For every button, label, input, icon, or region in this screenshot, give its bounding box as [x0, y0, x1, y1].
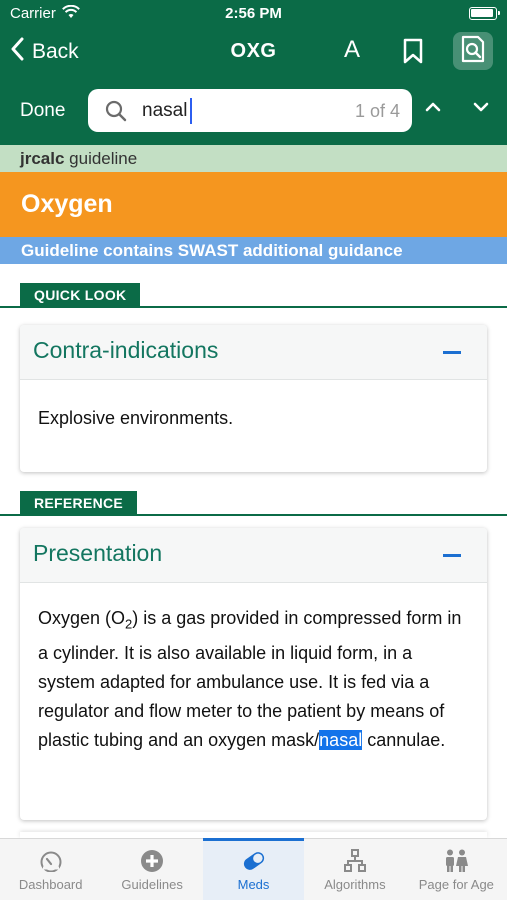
font-size-button[interactable]: A: [344, 36, 360, 64]
text-part: Oxygen (O: [38, 608, 126, 628]
tab-label: Page for Age: [418, 877, 494, 892]
tab-label: Algorithms: [324, 877, 386, 892]
pill-icon: [241, 849, 267, 873]
tab-bar: Dashboard Guidelines Meds Algorithms Pag…: [0, 838, 507, 900]
chevron-up-icon: [425, 100, 441, 117]
previous-result-button[interactable]: [425, 100, 441, 118]
collapse-minus-icon[interactable]: [443, 554, 461, 557]
text-part: ) is a gas provided in compressed form i…: [38, 608, 462, 750]
reference-tag: REFERENCE: [20, 491, 138, 515]
top-header: Carrier 2:56 PM Back OXG A Done nasal 1 …: [0, 0, 507, 145]
text-cursor: [190, 98, 192, 124]
search-highlight: nasal: [319, 729, 363, 750]
battery-icon: [469, 7, 500, 20]
search-input[interactable]: [142, 99, 342, 123]
chevron-left-icon: [10, 37, 24, 67]
source-brand: jrcalc: [20, 149, 65, 168]
back-button[interactable]: Back: [10, 36, 79, 68]
collapse-minus-icon[interactable]: [443, 351, 461, 354]
bookmark-button[interactable]: [402, 38, 424, 69]
status-time: 2:56 PM: [225, 5, 282, 22]
done-button[interactable]: Done: [20, 100, 65, 122]
card-title: Contra-indications: [33, 337, 219, 363]
flowchart-icon: [343, 849, 367, 873]
navigation-bar: Back OXG A: [0, 28, 507, 78]
section-divider: [0, 306, 507, 308]
tab-algorithms[interactable]: Algorithms: [304, 839, 405, 900]
status-bar: Carrier 2:56 PM: [0, 0, 507, 28]
tab-label: Dashboard: [18, 877, 83, 892]
find-in-page-button[interactable]: [453, 32, 493, 70]
tab-guidelines[interactable]: Guidelines: [101, 839, 202, 900]
tab-label: Guidelines: [121, 877, 183, 892]
search-box[interactable]: 1 of 4: [88, 89, 412, 132]
presentation-header[interactable]: Presentation: [20, 528, 487, 583]
guideline-source-bar: jrcalc guideline: [0, 145, 507, 172]
search-row: Done 1 of 4: [0, 78, 507, 145]
swast-notice-banner[interactable]: Guideline contains SWAST additional guid…: [0, 237, 507, 264]
search-result-count: 1 of 4: [354, 101, 400, 121]
back-label: Back: [32, 40, 79, 63]
tab-label: Meds: [237, 877, 270, 892]
section-divider: [0, 514, 507, 516]
presentation-card: Presentation Oxygen (O2) is a gas provid…: [20, 528, 487, 820]
tab-meds[interactable]: Meds: [202, 838, 305, 900]
document-search-icon: [460, 35, 486, 68]
quick-look-tag: QUICK LOOK: [20, 283, 141, 307]
contra-indications-card: Contra-indications Explosive environment…: [20, 325, 487, 472]
plus-circle-icon: [140, 849, 164, 873]
card-body: Explosive environments.: [38, 408, 234, 428]
text-part: cannulae.: [362, 729, 446, 750]
bookmark-icon: [402, 38, 424, 68]
dashboard-gauge-icon: [39, 849, 63, 873]
source-suffix: guideline: [64, 149, 138, 168]
guideline-title: Oxygen: [0, 172, 507, 237]
search-icon: [105, 100, 127, 127]
chevron-down-icon: [473, 100, 489, 117]
next-result-button[interactable]: [473, 100, 489, 118]
contra-indications-header[interactable]: Contra-indications: [20, 325, 487, 380]
tab-page-for-age[interactable]: Page for Age: [406, 839, 507, 900]
tab-dashboard[interactable]: Dashboard: [0, 839, 101, 900]
presentation-text: Oxygen (O2) is a gas provided in compres…: [20, 583, 487, 775]
card-title: Presentation: [33, 540, 163, 566]
people-icon: [443, 849, 469, 873]
